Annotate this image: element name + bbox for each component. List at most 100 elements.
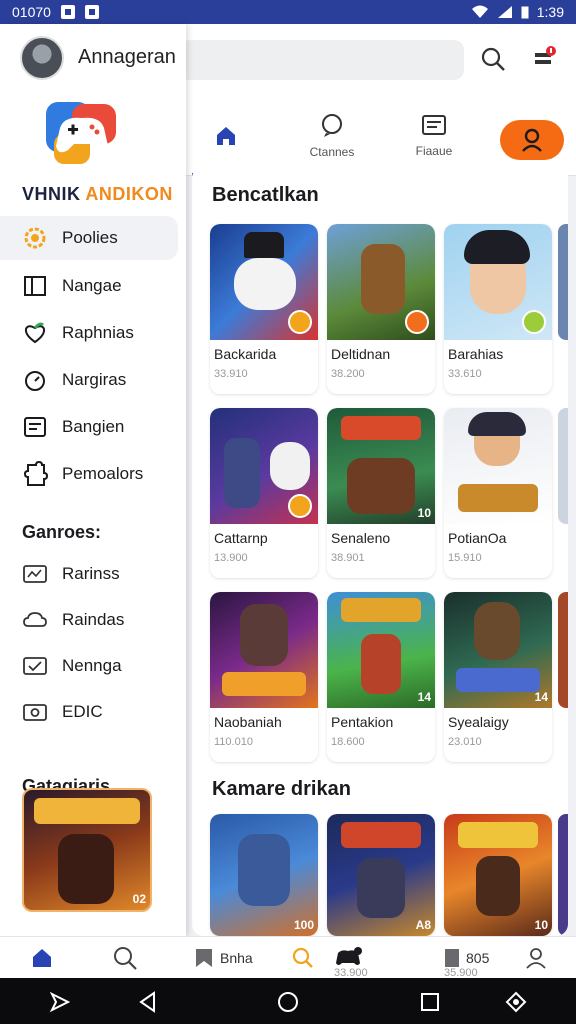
drawer-item-label: Bangien	[62, 417, 125, 436]
recents-icon[interactable]	[418, 990, 442, 1014]
username: Annageran	[78, 46, 176, 68]
bottom-item-label: Bnha	[220, 950, 253, 966]
drawer-item-nargiras[interactable]: Nargiras	[0, 358, 178, 402]
game-card[interactable]: 14 Syealaigy 23.010	[444, 592, 552, 762]
avatar[interactable]	[20, 36, 64, 80]
game-thumbnail: 14	[327, 592, 435, 708]
game-card[interactable]: Cattarnp 13.900	[210, 408, 318, 578]
game-stat: 15.910	[448, 552, 482, 564]
game-card-partial[interactable]	[558, 224, 568, 340]
rotate-icon[interactable]	[504, 990, 528, 1014]
profile-pill-button[interactable]	[500, 120, 564, 160]
flag-icon	[445, 949, 459, 967]
battery-icon	[521, 6, 529, 19]
game-badge: 14	[534, 690, 548, 704]
search-icon	[481, 47, 505, 71]
game-card[interactable]: Barahias 33.610	[444, 224, 552, 394]
drawer-game-raindas[interactable]: Raindas	[0, 600, 178, 640]
badge-icon	[288, 494, 312, 518]
drawer-item-label: Pemoalors	[62, 464, 144, 483]
gear-icon	[22, 225, 48, 251]
game-card[interactable]: A8	[327, 814, 435, 936]
game-card[interactable]: 10 Senaleno 38.901	[327, 408, 435, 578]
drawer-item-pemoalors[interactable]: Pemoalors	[0, 452, 178, 496]
section-title: Bencatlkan	[212, 184, 319, 206]
tab-news[interactable]: Fiaaue	[394, 96, 474, 176]
bottom-games-button[interactable]: 33.900	[334, 941, 368, 979]
chart-icon	[22, 563, 48, 585]
user-icon	[522, 128, 542, 152]
game-card-partial[interactable]	[558, 592, 568, 708]
game-thumbnail: A8	[327, 814, 435, 936]
game-title: Cattarnp	[214, 530, 268, 546]
drawer-game-label: Rarinss	[62, 564, 120, 583]
game-stat: 13.900	[214, 552, 248, 564]
search-button[interactable]	[478, 44, 508, 74]
game-stat: 38.901	[331, 552, 365, 564]
bookmark-icon	[196, 949, 212, 967]
tab-chat[interactable]: Ctannes	[292, 96, 372, 176]
game-thumbnail	[210, 592, 318, 708]
bottom-home-button[interactable]	[30, 941, 54, 975]
game-badge: 10	[534, 918, 548, 932]
game-stat: 23.010	[448, 736, 482, 748]
home-circle-icon[interactable]	[276, 990, 300, 1014]
game-card[interactable]: PotianOa 15.910	[444, 408, 552, 578]
game-card[interactable]: Backarida 33.910	[210, 224, 318, 394]
bottom-explore-button[interactable]	[290, 941, 314, 975]
search-icon	[114, 947, 137, 970]
document-icon	[22, 414, 48, 440]
badge-icon	[288, 310, 312, 334]
game-thumbnail: 14	[444, 592, 552, 708]
game-badge: 14	[417, 690, 431, 704]
game-card-partial[interactable]	[558, 814, 568, 936]
drawer-item-label: Nargiras	[62, 370, 127, 389]
game-card[interactable]: 10	[444, 814, 552, 936]
drawer-item-bangien[interactable]: Bangien	[0, 405, 178, 449]
user-icon	[526, 948, 546, 969]
bottom-profile-button[interactable]	[524, 941, 548, 975]
game-stat: 33.910	[214, 368, 248, 380]
game-card[interactable]: Deltidnan 38.200	[327, 224, 435, 394]
bottom-item-bnha[interactable]: Bnha	[194, 941, 253, 975]
status-time-right: 1:39	[536, 4, 564, 20]
game-card-partial[interactable]	[558, 408, 568, 524]
game-card[interactable]: 14 Pentakion 18.600	[327, 592, 435, 762]
home-icon	[217, 127, 235, 145]
drawer-game-edic[interactable]: EDIC	[0, 692, 178, 732]
news-icon	[422, 115, 446, 135]
drawer-item-poolies[interactable]: Poolies	[0, 216, 178, 260]
bottom-navigation: Bnha 33.900 805 35.900	[0, 936, 576, 979]
game-thumbnail: 10	[444, 814, 552, 936]
game-badge: 100	[293, 918, 314, 932]
heart-icon	[22, 320, 48, 346]
game-thumbnail	[444, 408, 552, 524]
game-thumbnail	[210, 224, 318, 340]
drawer-item-raphnias[interactable]: Raphnias	[0, 311, 178, 355]
drawer-game-nennga[interactable]: Nennga	[0, 646, 178, 686]
category-card[interactable]: 02	[22, 788, 152, 912]
notifications-button[interactable]	[530, 44, 560, 74]
game-thumbnail	[210, 408, 318, 524]
drawer-item-label: Nangae	[62, 276, 122, 295]
game-thumbnail	[327, 224, 435, 340]
back-icon[interactable]	[136, 990, 160, 1014]
drawer-game-label: Raindas	[62, 610, 125, 629]
game-card[interactable]: Naobaniah 110.010	[210, 592, 318, 762]
chat-icon	[322, 114, 342, 137]
game-thumbnail	[444, 224, 552, 340]
search-input[interactable]	[180, 40, 464, 80]
drawer-item-label: Raphnias	[62, 323, 134, 342]
assistant-icon[interactable]	[48, 990, 72, 1014]
tab-home[interactable]	[186, 96, 266, 176]
drawer-item-nangae[interactable]: Nangae	[0, 264, 178, 308]
game-stat: 33.610	[448, 368, 482, 380]
game-title: Backarida	[214, 346, 277, 362]
drawer-game-label: Nennga	[62, 656, 122, 675]
bottom-item-805[interactable]: 805 35.900	[444, 941, 489, 979]
status-bar: 01070 1:39	[0, 0, 576, 24]
bottom-search-button[interactable]	[112, 941, 138, 975]
game-card[interactable]: 100	[210, 814, 318, 936]
tab-label: Ctannes	[309, 145, 355, 159]
drawer-game-rarinss[interactable]: Rarinss	[0, 554, 178, 594]
